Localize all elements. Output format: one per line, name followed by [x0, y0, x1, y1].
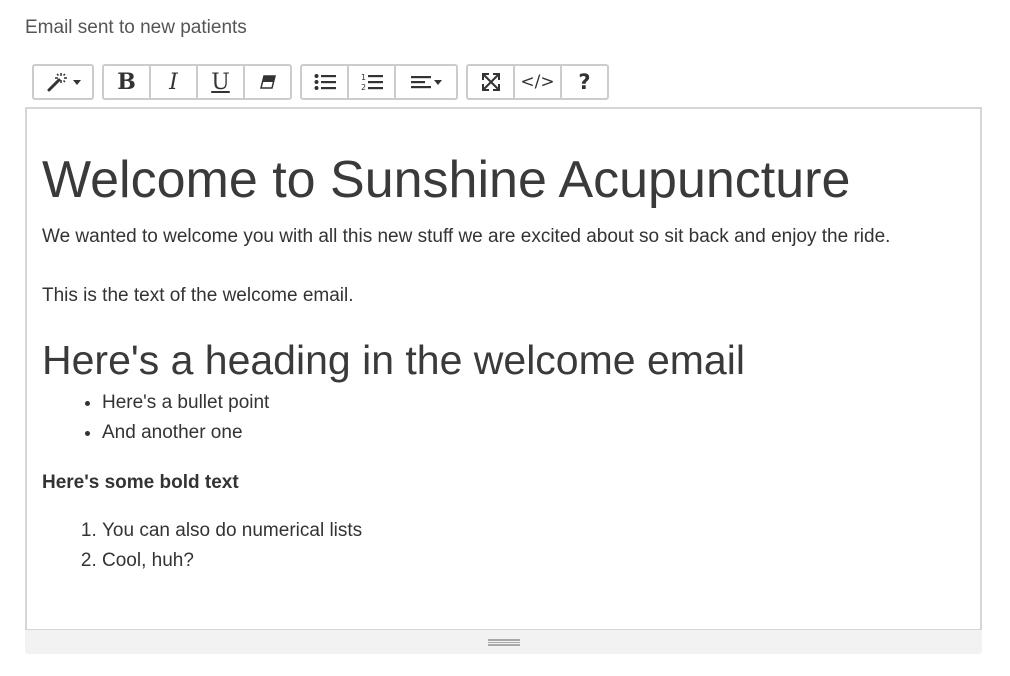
font-group: B I U: [102, 64, 292, 100]
bullet-list: Here's a bullet point And another one: [42, 388, 965, 448]
svg-text:2: 2: [361, 83, 366, 92]
style-group: [32, 64, 94, 100]
help-button[interactable]: ?: [560, 64, 609, 100]
field-label: Email sent to new patients: [25, 17, 247, 38]
view-group: </> ?: [466, 64, 609, 100]
code-view-button[interactable]: </>: [513, 64, 562, 100]
body-paragraph: This is the text of the welcome email.: [42, 285, 354, 306]
numbered-list-button[interactable]: 1 2: [347, 64, 396, 100]
numbered-list: You can also do numerical lists Cool, hu…: [42, 516, 965, 576]
bold-paragraph: Here's some bold text: [42, 472, 239, 493]
list-item: And another one: [102, 418, 965, 448]
bullet-list-icon: [314, 73, 336, 91]
italic-button[interactable]: I: [149, 64, 198, 100]
clear-format-button[interactable]: [243, 64, 292, 100]
help-icon: ?: [578, 70, 591, 94]
email-heading-1: Welcome to Sunshine Acupuncture: [42, 151, 851, 209]
chevron-down-icon: [72, 79, 81, 85]
style-dropdown-button[interactable]: [32, 64, 94, 100]
chevron-down-icon: [433, 79, 442, 85]
list-item: Here's a bullet point: [102, 388, 965, 418]
fullscreen-icon: [481, 72, 501, 92]
underline-button[interactable]: U: [196, 64, 245, 100]
list-item: You can also do numerical lists: [102, 516, 965, 546]
bullet-list-button[interactable]: [300, 64, 349, 100]
fullscreen-button[interactable]: [466, 64, 515, 100]
numbered-list-icon: 1 2: [361, 72, 383, 92]
rich-text-editor[interactable]: Welcome to Sunshine Acupuncture We wante…: [25, 107, 982, 631]
bold-button[interactable]: B: [102, 64, 151, 100]
list-item: Cool, huh?: [102, 546, 965, 576]
align-dropdown-button[interactable]: [394, 64, 458, 100]
editor-toolbar: B I U 1 2 </> ?: [32, 64, 617, 100]
bold-icon: B: [117, 69, 136, 95]
intro-paragraph: We wanted to welcome you with all this n…: [42, 226, 891, 247]
underline-icon: U: [211, 69, 230, 95]
italic-icon: I: [169, 69, 178, 95]
eraser-icon: [258, 74, 278, 90]
svg-text:1: 1: [361, 73, 366, 82]
email-heading-2: Here's a heading in the welcome email: [42, 337, 745, 383]
resize-handle[interactable]: [25, 630, 982, 654]
align-icon: [410, 74, 431, 90]
grip-icon: [487, 638, 520, 646]
code-view-icon: </>: [520, 72, 555, 92]
paragraph-group: 1 2: [300, 64, 458, 100]
magic-wand-icon: [46, 72, 70, 92]
